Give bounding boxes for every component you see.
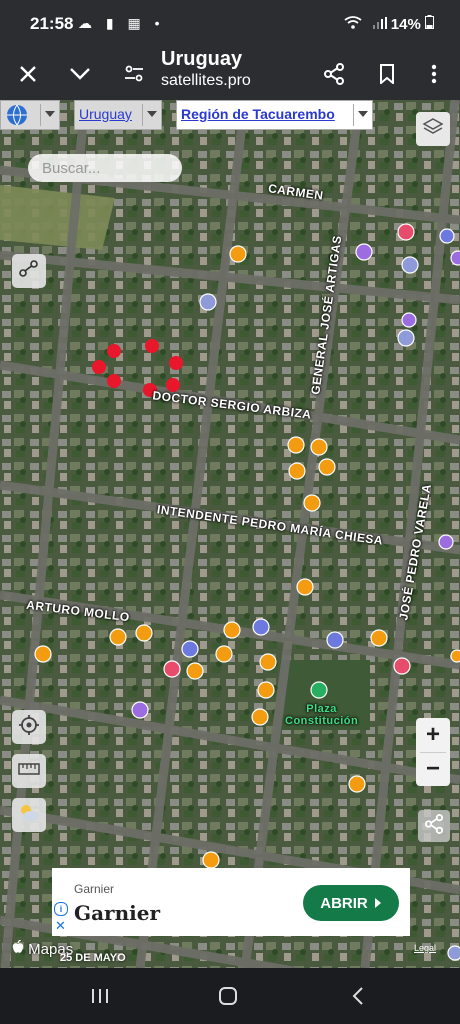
status-time: 21:58 [30,14,74,33]
home-icon[interactable] [208,982,248,1010]
page-title-block: Uruguay satellites.pro [161,48,311,92]
weather-icon [17,802,41,829]
ad-info-icon[interactable]: i [54,902,68,916]
locate-button[interactable] [12,710,46,744]
chevron-down-icon[interactable] [62,56,98,92]
signal-icon [372,16,391,33]
country-select-value: Uruguay [79,106,132,122]
route-button[interactable] [12,254,46,288]
crosshair-icon [18,714,40,741]
share-icon [424,813,444,839]
share-icon[interactable] [316,56,352,92]
satellite-map[interactable]: CARMEN GENERAL JOSÉ ARTIGAS DOCTOR SERGI… [0,100,460,968]
dropdown-arrow-icon [45,111,55,117]
status-right: 14% [344,15,434,33]
map-share-button[interactable] [418,810,450,842]
page-title: Uruguay [161,48,243,70]
ad-banner[interactable]: Garnier Garnier i ✕ ABRIR [52,868,410,936]
ad-open-label: ABRIR [320,894,368,912]
system-nav-bar [0,968,460,1024]
battery-icon [425,15,434,33]
globe-icon [6,104,28,131]
page-domain: satellites.pro [161,72,251,89]
ruler-button[interactable] [12,754,46,788]
layers-button[interactable] [416,112,450,146]
close-icon[interactable] [10,56,46,92]
battery-percent: 14% [390,16,421,33]
region-select-value: Región de Tacuarembo [181,106,335,122]
weather-button[interactable] [12,798,46,832]
back-icon[interactable] [338,982,378,1010]
ad-brand-title: Garnier [74,901,160,925]
layers-icon [422,117,444,142]
notification-icons: ☁ ▮ ▦ • [78,15,165,31]
map-type-select[interactable] [0,100,60,130]
zoom-out-button[interactable]: − [416,752,450,786]
recent-apps-icon[interactable] [80,982,120,1010]
ruler-icon [18,762,40,780]
map-imagery [0,100,460,968]
search-input[interactable] [28,154,182,182]
ad-close-icon[interactable]: ✕ [55,918,66,934]
bookmark-icon[interactable] [369,56,405,92]
country-select[interactable]: Uruguay [74,100,162,130]
street-25-de-mayo: 25 DE MAYO [60,952,126,964]
more-options-icon[interactable] [416,56,452,92]
dropdown-arrow-icon [147,111,157,117]
wifi-icon [344,16,366,33]
ad-open-button[interactable]: ABRIR [303,885,399,921]
plaza-label: Plaza Constitución [285,703,359,727]
legal-link[interactable]: Legal [414,943,436,953]
status-bar: 21:58 ☁ ▮ ▦ • 14% [0,0,460,48]
region-select[interactable]: Región de Tacuarembo [176,100,373,130]
zoom-controls: + − [416,718,450,786]
ad-brand-small: Garnier [74,882,115,896]
zoom-in-button[interactable]: + [416,718,450,752]
dropdown-arrow-icon [358,111,368,117]
site-settings-icon[interactable] [116,56,152,92]
route-icon [18,259,40,284]
apple-logo-icon [12,939,28,958]
play-arrow-icon [374,895,382,912]
